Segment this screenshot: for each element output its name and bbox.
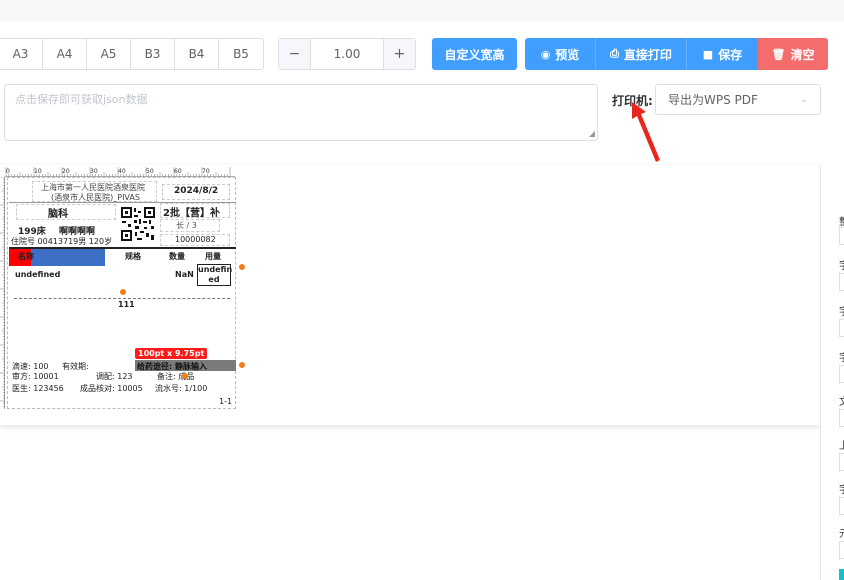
- printer-icon: ⎙: [610, 47, 619, 60]
- ruler-tick-0: 0: [6, 168, 10, 175]
- col-name-header: 名称: [18, 252, 34, 261]
- prop-input-2[interactable]: [839, 273, 844, 291]
- prop-label-6: 上: [839, 437, 844, 452]
- ruler-tick-60: 60: [174, 168, 182, 175]
- save-icon: ■: [702, 47, 714, 61]
- zoom-stepper: − 1.00 +: [278, 38, 416, 70]
- paper-b3-button[interactable]: B3: [131, 39, 175, 69]
- col-qty-header: 数量: [169, 252, 185, 261]
- print-label: 直接打印: [623, 47, 672, 62]
- qr-code[interactable]: [120, 206, 156, 242]
- eye-icon: ◉: [540, 47, 551, 61]
- dashed-divider: [14, 298, 230, 299]
- ruler-top: 0 10 20 30 40 50 60 70: [5, 167, 235, 177]
- prop-input-3[interactable]: [839, 319, 844, 337]
- ruler-tick-40: 40: [118, 168, 126, 175]
- ruler-tick-10: 10: [34, 168, 42, 175]
- page-info-text[interactable]: 长 / 3: [176, 220, 197, 231]
- admission-text[interactable]: 住院号 00413719男 120岁: [11, 236, 112, 247]
- prop-label-5: 文: [839, 393, 844, 408]
- preview-label: 预览: [555, 47, 580, 62]
- prop-label-8: 元: [839, 525, 844, 540]
- ruler-tick-70: 70: [202, 168, 210, 175]
- save-label: 保存: [718, 47, 743, 62]
- prop-label-3: 字: [839, 303, 844, 318]
- printer-selected-value: 导出为WPS PDF: [668, 93, 758, 107]
- ruler-tick-20: 20: [62, 168, 70, 175]
- prop-label-7: 字: [839, 481, 844, 496]
- resize-handle-remark[interactable]: [182, 373, 188, 379]
- row-dose-cell[interactable]: undefin ed: [197, 264, 232, 286]
- serial-text[interactable]: 流水号: 1/100: [155, 383, 207, 394]
- preview-button[interactable]: ◉ 预览: [525, 38, 596, 70]
- print-button[interactable]: ⎙ 直接打印: [596, 38, 687, 70]
- col-dose-header: 用量: [205, 252, 221, 261]
- chevron-down-icon: ⌄: [799, 94, 808, 105]
- date-text[interactable]: 2024/8/2: [174, 186, 218, 196]
- row-qty-cell[interactable]: NaN: [175, 270, 194, 279]
- row-name-cell[interactable]: undefined: [15, 270, 60, 279]
- printer-select[interactable]: 导出为WPS PDF ⌄: [655, 84, 821, 115]
- expiry-text[interactable]: 有效期:: [62, 361, 89, 372]
- remark-text[interactable]: 备注: 成品: [157, 371, 194, 382]
- center-text[interactable]: 111: [118, 300, 135, 309]
- prop-input-1[interactable]: [839, 227, 844, 245]
- json-placeholder: 点击保存即可获取json数据: [15, 93, 148, 106]
- label-paper[interactable]: 上海市第一人民医院酒泉医院 (酒泉市人民医院)_PIVAS 2024/8/2 脑…: [7, 177, 245, 409]
- prop-label-4: 字: [839, 349, 844, 364]
- size-badge: 100pt x 9.75pt: [135, 348, 208, 359]
- dept-text[interactable]: 脑科: [48, 205, 68, 220]
- trash-icon: 🗑: [771, 47, 786, 61]
- zoom-value[interactable]: 1.00: [311, 39, 383, 69]
- ruler-left: [0, 177, 5, 409]
- col-spec-header: 规格: [125, 252, 141, 261]
- custom-size-label: 自定义宽高: [444, 47, 505, 62]
- resize-handle-route[interactable]: [239, 362, 245, 368]
- paper-b5-button[interactable]: B5: [219, 39, 263, 69]
- top-band: [0, 0, 844, 22]
- prop-input-5[interactable]: [839, 409, 844, 427]
- json-textarea[interactable]: 点击保存即可获取json数据 ◢: [4, 84, 598, 141]
- save-button[interactable]: ■ 保存: [687, 38, 758, 70]
- prop-input-4[interactable]: [839, 365, 844, 383]
- panel-accent: [839, 569, 844, 580]
- paper-size-group: A3 A4 A5 B3 B4 B5: [0, 38, 264, 70]
- batch-text[interactable]: 2批【营】补: [163, 204, 220, 219]
- ruler-tick-50: 50: [146, 168, 154, 175]
- paper-a4-button[interactable]: A4: [43, 39, 87, 69]
- page-number-text: 1-1: [219, 397, 233, 406]
- paper-a3-button[interactable]: A3: [0, 39, 43, 69]
- dispenser-text[interactable]: 调配: 123: [96, 371, 133, 382]
- resize-handle-top[interactable]: [120, 289, 126, 295]
- zoom-out-button[interactable]: −: [279, 39, 311, 69]
- prop-label-2: 字: [839, 257, 844, 272]
- prop-label-1: 整: [839, 213, 844, 228]
- red-arrow-annotation: [632, 102, 660, 162]
- paper-b4-button[interactable]: B4: [175, 39, 219, 69]
- clear-button[interactable]: 🗑 清空: [758, 38, 828, 70]
- prop-input-6[interactable]: [839, 453, 844, 471]
- zoom-in-button[interactable]: +: [383, 39, 415, 69]
- paper-a5-button[interactable]: A5: [87, 39, 131, 69]
- doctor-text[interactable]: 医生: 123456: [12, 383, 64, 394]
- resize-handle-right[interactable]: [239, 264, 245, 270]
- custom-size-button[interactable]: 自定义宽高: [432, 38, 517, 70]
- clear-label: 清空: [790, 47, 815, 62]
- barcode-text[interactable]: 10000082: [175, 235, 216, 244]
- resize-grip-icon[interactable]: ◢: [589, 129, 595, 138]
- prop-input-8[interactable]: [839, 541, 844, 559]
- properties-panel: 整 字 字 字 文 上 字 元: [820, 165, 844, 580]
- ruler-tick-30: 30: [90, 168, 98, 175]
- prop-input-7[interactable]: [839, 497, 844, 515]
- checker-text[interactable]: 成品核对: 10005: [80, 383, 143, 394]
- prescriber-text[interactable]: 审方: 10001: [12, 371, 59, 382]
